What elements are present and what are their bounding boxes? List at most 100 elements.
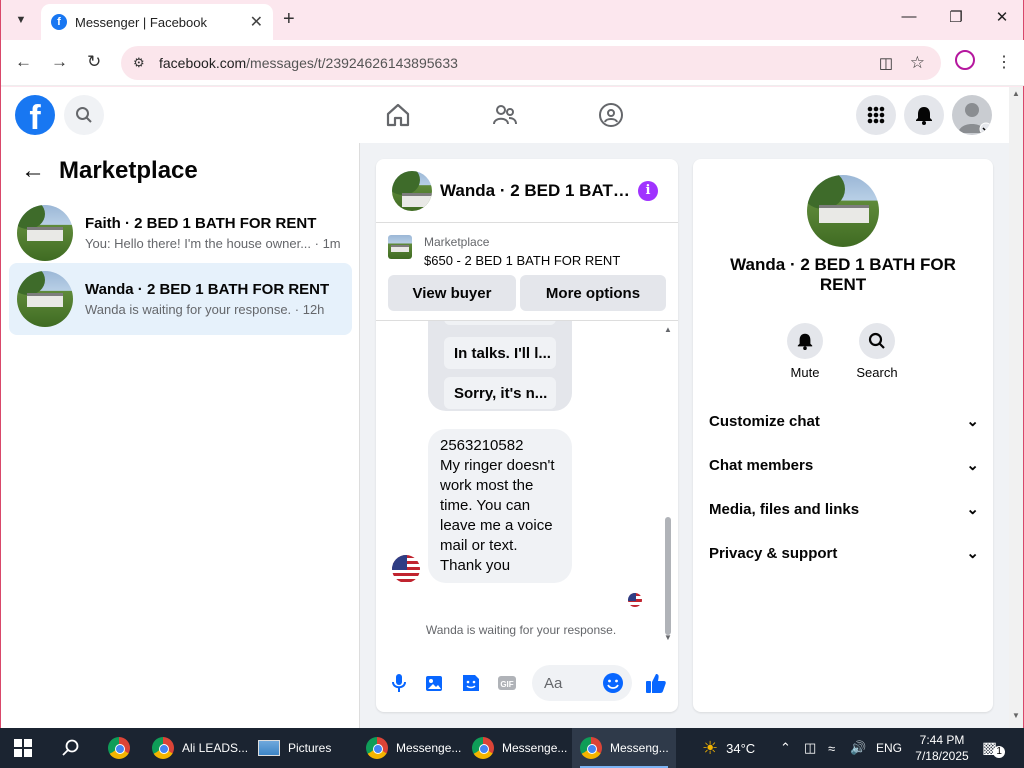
browser-toolbar: ← → ↻ ⚙ facebook.com/messages/t/23924626… bbox=[1, 40, 1024, 86]
messenger-content: ← Marketplace Faith · 2 BED 1 BATH FOR R… bbox=[1, 143, 1009, 728]
conversation-item-wanda[interactable]: Wanda · 2 BED 1 BATH FOR RENT Wanda is w… bbox=[9, 263, 352, 335]
tab-bar: ▼ f Messenger | Facebook ✕ + — ❐ ✕ bbox=[1, 0, 1024, 40]
page-scroll-down-icon[interactable]: ▼ bbox=[1012, 711, 1020, 720]
message-list[interactable]: In talks. I'll l... Sorry, it's n... 256… bbox=[376, 321, 678, 641]
section-label: Chat members bbox=[709, 456, 814, 474]
language-indicator[interactable]: ENG bbox=[876, 728, 902, 768]
weather-widget[interactable]: ☀ 34°C bbox=[702, 728, 755, 768]
section-privacy-support[interactable]: Privacy & support ⌄ bbox=[709, 535, 979, 571]
quick-reply-sorry[interactable]: Sorry, it's n... bbox=[444, 377, 556, 409]
page-scroll-up-icon[interactable]: ▲ bbox=[1012, 89, 1020, 98]
tab-search-chevron-icon[interactable]: ▼ bbox=[9, 8, 33, 32]
browser-menu-icon[interactable]: ⋮ bbox=[996, 52, 1012, 72]
read-receipt-avatar bbox=[628, 593, 642, 607]
quick-reply-bubble: In talks. I'll l... Sorry, it's n... bbox=[428, 321, 572, 411]
friends-icon[interactable] bbox=[491, 101, 519, 129]
groups-icon[interactable] bbox=[597, 101, 625, 129]
search-icon[interactable] bbox=[64, 95, 104, 135]
notifications-bell-icon[interactable] bbox=[904, 95, 944, 135]
conversation-preview: You: Hello there! I'm the house owner...… bbox=[85, 236, 340, 251]
quick-reply-partial[interactable] bbox=[444, 321, 556, 325]
taskbar-app-messenger-3[interactable]: Messeng... bbox=[572, 728, 676, 768]
start-windows-icon[interactable] bbox=[14, 728, 32, 768]
details-name: Wanda · 2 BED 1 BATH FOR RENT bbox=[730, 255, 956, 294]
volume-icon[interactable]: 🔊 bbox=[850, 728, 866, 768]
gif-icon[interactable]: GIF bbox=[496, 672, 518, 694]
marketplace-header: ← Marketplace bbox=[21, 157, 198, 185]
maximize-icon[interactable]: ❐ bbox=[933, 8, 979, 26]
chat-scrollbar[interactable]: ▲ ▼ bbox=[663, 321, 673, 642]
info-icon[interactable]: i bbox=[638, 181, 658, 201]
chat-status-text: Wanda is waiting for your response. bbox=[425, 623, 617, 637]
install-app-icon[interactable]: ◫ bbox=[879, 54, 893, 72]
minimize-icon[interactable]: — bbox=[886, 8, 932, 25]
mute-button[interactable]: Mute bbox=[775, 323, 835, 380]
section-label: Privacy & support bbox=[709, 544, 838, 562]
scroll-down-icon[interactable]: ▼ bbox=[664, 633, 672, 642]
back-arrow-icon[interactable]: ← bbox=[15, 52, 32, 72]
emoji-icon[interactable] bbox=[602, 672, 624, 699]
notifications-button[interactable]: ▩ 1 bbox=[982, 728, 1006, 768]
forward-arrow-icon[interactable]: → bbox=[51, 52, 68, 72]
clock[interactable]: 7:44 PM 7/18/2025 bbox=[914, 728, 970, 768]
view-buyer-button[interactable]: View buyer bbox=[388, 275, 516, 311]
account-avatar[interactable] bbox=[952, 95, 992, 135]
section-customize-chat[interactable]: Customize chat ⌄ bbox=[709, 403, 979, 439]
section-chat-members[interactable]: Chat members ⌄ bbox=[709, 447, 979, 483]
facebook-logo-icon[interactable]: f bbox=[15, 95, 55, 135]
more-options-button[interactable]: More options bbox=[520, 275, 666, 311]
bell-icon bbox=[787, 323, 823, 359]
section-label: Customize chat bbox=[709, 412, 820, 430]
url-text[interactable]: facebook.com/messages/t/2392462614389563… bbox=[159, 55, 458, 71]
tab-messenger[interactable]: f Messenger | Facebook ✕ bbox=[41, 4, 273, 40]
tray-device-icon[interactable]: ◫ bbox=[804, 728, 816, 768]
section-media-files-links[interactable]: Media, files and links ⌄ bbox=[709, 491, 979, 527]
pictures-icon bbox=[258, 740, 280, 756]
weather-temp: 34°C bbox=[726, 740, 756, 756]
taskbar-app-messenger-2[interactable]: Messenge... bbox=[472, 728, 567, 768]
search-button[interactable]: Search bbox=[847, 323, 907, 380]
sticker-icon[interactable] bbox=[460, 672, 482, 694]
conversation-item-faith[interactable]: Faith · 2 BED 1 BATH FOR RENT You: Hello… bbox=[9, 197, 352, 269]
taskbar-search-icon[interactable] bbox=[62, 728, 80, 768]
back-arrow-icon[interactable]: ← bbox=[21, 157, 45, 185]
chrome-taskbar-icon[interactable] bbox=[108, 728, 130, 768]
home-icon[interactable] bbox=[384, 101, 412, 129]
listing-price: $650 - 2 BED 1 BATH FOR RENT bbox=[424, 253, 621, 268]
site-settings-icon[interactable]: ⚙ bbox=[133, 55, 155, 71]
address-bar[interactable]: ⚙ facebook.com/messages/t/23924626143895… bbox=[121, 46, 941, 80]
search-icon bbox=[859, 323, 895, 359]
chat-title: Wanda · 2 BED 1 BATH FOR RENT bbox=[440, 180, 630, 200]
scroll-up-icon[interactable]: ▲ bbox=[664, 325, 672, 334]
wifi-icon[interactable]: ≈ bbox=[828, 728, 835, 768]
chat-window: Wanda · 2 BED 1 BATH FOR RENT i Marketpl… bbox=[376, 159, 678, 712]
taskbar-app-ali-leads[interactable]: Ali LEADS... bbox=[152, 728, 248, 768]
taskbar-app-label: Ali LEADS... bbox=[182, 741, 249, 755]
microphone-icon[interactable] bbox=[388, 672, 410, 694]
facebook-page: f ← Marketplace Faith · 2 BED 1 BATH FOR… bbox=[1, 87, 1009, 728]
window-close-icon[interactable]: ✕ bbox=[979, 8, 1024, 26]
chat-header[interactable]: Wanda · 2 BED 1 BATH FOR RENT i bbox=[376, 159, 678, 223]
scrollbar-thumb[interactable] bbox=[665, 517, 671, 635]
profile-icon[interactable] bbox=[955, 50, 975, 70]
tab-close-icon[interactable]: ✕ bbox=[250, 12, 263, 32]
chat-thumbnail bbox=[392, 170, 432, 211]
message-bubble: 2563210582 My ringer doesn't work most th… bbox=[428, 429, 572, 583]
chat-details-panel: Wanda · 2 BED 1 BATH FOR RENT Mute Searc… bbox=[693, 159, 993, 712]
page-scrollbar[interactable]: ▲ ▼ bbox=[1009, 87, 1023, 728]
message-input[interactable]: Aa bbox=[532, 665, 632, 701]
quick-reply-in-talks[interactable]: In talks. I'll l... bbox=[444, 337, 556, 369]
listing-small-thumbnail bbox=[388, 235, 412, 259]
chevron-down-icon: ⌄ bbox=[966, 413, 979, 430]
photo-icon[interactable] bbox=[424, 672, 446, 694]
taskbar-app-label: Messenge... bbox=[502, 741, 568, 755]
tray-chevron-up-icon[interactable]: ⌃ bbox=[780, 728, 791, 768]
taskbar-app-messenger-1[interactable]: Messenge... bbox=[366, 728, 461, 768]
new-tab-plus-icon[interactable]: + bbox=[283, 8, 295, 31]
thumbs-up-icon[interactable] bbox=[644, 671, 668, 695]
menu-grid-icon[interactable] bbox=[856, 95, 896, 135]
taskbar-app-pictures[interactable]: Pictures bbox=[258, 728, 331, 768]
reload-icon[interactable]: ↻ bbox=[87, 52, 101, 72]
svg-text:GIF: GIF bbox=[500, 680, 513, 689]
bookmark-star-icon[interactable]: ☆ bbox=[910, 53, 925, 73]
